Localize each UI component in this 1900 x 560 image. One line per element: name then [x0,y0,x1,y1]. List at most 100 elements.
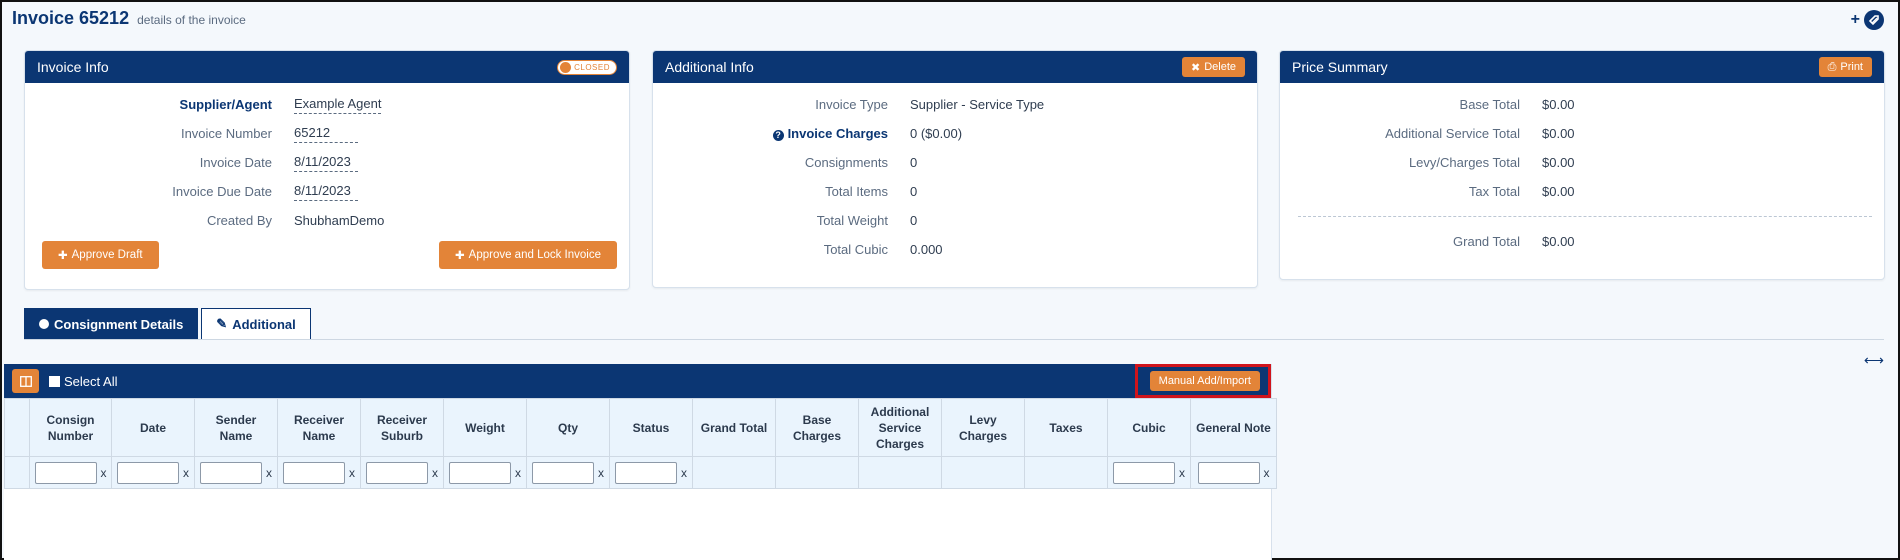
invoice-due-date-value[interactable]: 8/11/2023 [294,183,358,201]
cubic-filter-input[interactable] [1113,461,1175,484]
date-filter-input[interactable] [117,461,179,484]
header-general-note[interactable]: General Note [1190,398,1277,457]
header-select-cell [4,398,30,457]
page-header: Invoice 65212 details of the invoice [12,8,246,29]
header-additional-service-charges[interactable]: Additional Service Charges [858,398,942,457]
page-title: Invoice 65212 [12,8,130,28]
header-receiver-suburb[interactable]: Receiver Suburb [360,398,444,457]
select-all-checkbox[interactable] [49,375,60,387]
approve-lock-button[interactable]: ✚ Approve and Lock Invoice [439,241,617,269]
clear-filter-icon[interactable]: x [515,466,521,480]
print-button[interactable]: ⎙ Print [1818,57,1872,77]
base-total-label: Base Total [1459,97,1520,112]
columns-icon [19,375,32,387]
header-qty[interactable]: Qty [526,398,610,457]
price-summary-header: Price Summary ⎙ Print [1280,51,1884,83]
filter-cell: x [277,456,361,489]
receiver-suburb-filter-input[interactable] [366,461,428,484]
table-header-row: Consign Number Date Sender Name Receiver… [4,398,1277,457]
invoice-type-label: Invoice Type [815,97,888,112]
columns-button[interactable] [12,369,39,393]
invoice-due-date-row: Invoice Due Date 8/11/2023 [37,177,617,206]
header-weight[interactable]: Weight [443,398,527,457]
created-by-label: Created By [206,213,272,228]
levy-charges-total-label: Levy/Charges Total [1408,155,1520,170]
base-total-row: Base Total $0.00 [1292,90,1872,119]
approve-draft-button[interactable]: ✚ Approve Draft [42,241,159,269]
clear-filter-icon[interactable]: x [681,466,687,480]
grand-total-label: Grand Total [1453,234,1520,249]
filter-cell: x [194,456,278,489]
tab-consignment-details[interactable]: Consignment Details [24,308,199,340]
manual-add-import-button[interactable]: Manual Add/Import [1149,371,1260,391]
status-filter-input[interactable] [615,461,677,484]
filter-cell: x [609,456,693,489]
invoice-info-title: Invoice Info [37,59,109,75]
supplier-label: Supplier/Agent [179,97,272,112]
invoice-info-card: Invoice Info CLOSED Supplier/Agent Examp… [24,50,630,290]
consignment-grid: Select All Manual Add/Import Consign Num… [4,364,1277,560]
header-status[interactable]: Status [609,398,693,457]
tag-icon[interactable] [1864,10,1884,30]
header-grand-total[interactable]: Grand Total [692,398,776,457]
delete-label: Delete [1204,61,1236,73]
header-receiver-name[interactable]: Receiver Name [277,398,361,457]
total-items-label: Total Items [825,184,888,199]
additional-info-header: Additional Info ✖ Delete [653,51,1257,83]
invoice-date-value[interactable]: 8/11/2023 [294,154,358,172]
clear-filter-icon[interactable]: x [183,466,189,480]
sender-name-filter-input[interactable] [200,461,262,484]
tax-total-label: Tax Total [1468,184,1520,199]
filter-cell: x [111,456,195,489]
consign-number-filter-input[interactable] [34,461,97,484]
clear-filter-icon[interactable]: x [101,466,107,480]
invoice-charges-label: Invoice Charges [787,126,888,141]
printer-icon: ⎙ [1827,60,1837,73]
help-icon[interactable]: ? [772,129,784,141]
invoice-info-header: Invoice Info CLOSED [25,51,629,83]
select-all[interactable]: Select All [49,374,117,389]
print-label: Print [1840,61,1863,73]
status-toggle[interactable]: CLOSED [557,59,617,75]
clear-filter-icon[interactable]: x [266,466,272,480]
invoice-number-value[interactable]: 65212 [294,125,358,143]
invoice-date-row: Invoice Date 8/11/2023 [37,148,617,177]
general-note-filter-input[interactable] [1197,461,1260,484]
header-sender-name[interactable]: Sender Name [194,398,278,457]
header-date[interactable]: Date [111,398,195,457]
plus-icon: ✚ [58,250,68,262]
supplier-value[interactable]: Example Agent [294,96,382,114]
grid-toolbar: Select All Manual Add/Import [4,364,1271,398]
filter-cell-empty [1024,456,1108,489]
header-levy-charges[interactable]: Levy Charges [941,398,1025,457]
header-cubic[interactable]: Cubic [1107,398,1191,457]
supplier-row: Supplier/Agent Example Agent [37,90,617,119]
clear-filter-icon[interactable]: x [349,466,355,480]
created-by-row: Created By ShubhamDemo [37,206,617,235]
expand-horizontal-icon[interactable]: ⟷ [1864,352,1884,369]
filter-cell: x [1107,456,1191,489]
tab-additional[interactable]: ✎ Additional [201,308,311,340]
add-icon[interactable]: + [1851,11,1860,29]
total-weight-row: Total Weight 0 [665,206,1245,235]
additional-info-title: Additional Info [665,59,754,75]
app-frame: Invoice 65212 details of the invoice + I… [0,0,1900,560]
tax-total-row: Tax Total $0.00 [1292,177,1872,206]
clear-filter-icon[interactable]: x [1264,466,1270,480]
header-consign-number[interactable]: Consign Number [29,398,112,457]
receiver-name-filter-input[interactable] [283,461,345,484]
pencil-icon: ✎ [216,316,228,331]
qty-filter-input[interactable] [532,461,594,484]
consignments-value: 0 [910,155,918,170]
detail-tabs: Consignment Details ✎ Additional [24,308,311,340]
header-base-charges[interactable]: Base Charges [775,398,859,457]
additional-info-card: Additional Info ✖ Delete Invoice Type Su… [652,50,1258,288]
clear-filter-icon[interactable]: x [1179,466,1185,480]
clear-filter-icon[interactable]: x [432,466,438,480]
invoice-type-row: Invoice Type Supplier - Service Type [665,90,1245,119]
invoice-number-row: Invoice Number 65212 [37,119,617,148]
delete-button[interactable]: ✖ Delete [1181,57,1245,77]
clear-filter-icon[interactable]: x [598,466,604,480]
weight-filter-input[interactable] [449,461,511,484]
header-taxes[interactable]: Taxes [1024,398,1108,457]
